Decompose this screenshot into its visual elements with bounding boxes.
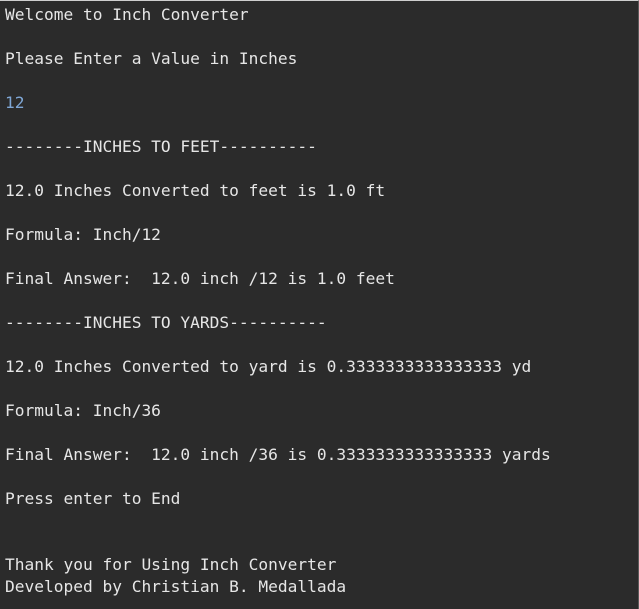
console-line-thank-you: Thank you for Using Inch Converter <box>5 555 337 574</box>
console-line-yards-answer: Final Answer: 12.0 inch /36 is 0.3333333… <box>5 445 551 464</box>
console-line-feet-answer: Final Answer: 12.0 inch /12 is 1.0 feet <box>5 269 395 288</box>
console-line-developer: Developed by Christian B. Medallada <box>5 577 347 596</box>
console-line-press-enter: Press enter to End <box>5 489 181 508</box>
console-line-prompt: Please Enter a Value in Inches <box>5 49 298 68</box>
console-line-yards-header: --------INCHES TO YARDS---------- <box>5 313 327 332</box>
console-line-yards-formula: Formula: Inch/36 <box>5 401 161 420</box>
console-output-area[interactable]: Welcome to Inch Converter Please Enter a… <box>0 0 639 609</box>
console-line-feet-result: 12.0 Inches Converted to feet is 1.0 ft <box>5 181 386 200</box>
console-line-feet-formula: Formula: Inch/12 <box>5 225 161 244</box>
console-line-yards-result: 12.0 Inches Converted to yard is 0.33333… <box>5 357 532 376</box>
console-line-welcome: Welcome to Inch Converter <box>5 5 249 24</box>
console-line-feet-header: --------INCHES TO FEET---------- <box>5 137 317 156</box>
console-line-user-input: 12 <box>5 93 25 112</box>
